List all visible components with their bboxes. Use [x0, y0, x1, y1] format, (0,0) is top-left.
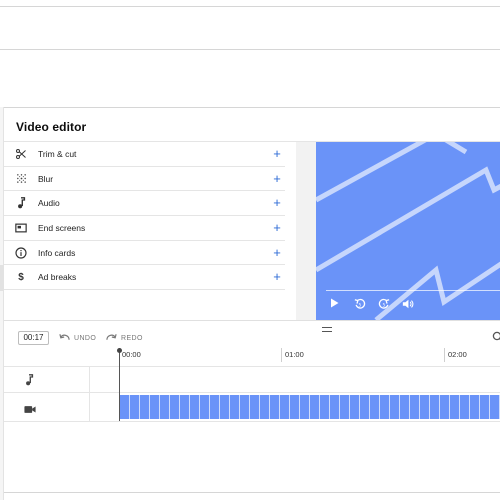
info-icon — [14, 246, 28, 260]
video-preview[interactable]: 5 5 — [316, 142, 500, 320]
add-trim-cut-icon[interactable]: + — [271, 147, 283, 160]
page: Video editor Trim & cut + Blur + Audio +… — [0, 0, 500, 500]
forward-icon[interactable]: 5 — [378, 298, 392, 312]
redo-icon — [106, 333, 117, 343]
playhead-handle[interactable] — [117, 348, 122, 353]
zoom-icon[interactable] — [492, 330, 500, 342]
tool-trim-cut[interactable]: Trim & cut + — [4, 142, 285, 167]
add-blur-icon[interactable]: + — [271, 172, 283, 185]
music-note-icon — [14, 196, 28, 210]
ruler-tick — [444, 348, 445, 362]
tool-label: Blur — [38, 173, 54, 184]
timeline-divider — [4, 320, 500, 321]
tool-label: Ad breaks — [38, 272, 77, 283]
header-divider — [0, 49, 500, 50]
tool-ad-breaks[interactable]: $ Ad breaks + — [4, 265, 285, 291]
volume-icon[interactable] — [402, 298, 416, 312]
rewind-icon[interactable]: 5 — [354, 298, 368, 312]
preview-gutter — [296, 142, 316, 320]
video-track-clip[interactable] — [120, 395, 500, 419]
add-end-screens-icon[interactable]: + — [271, 221, 283, 234]
track-divider — [4, 421, 500, 422]
ruler-label: 02:00 — [448, 350, 467, 359]
undo-button[interactable]: UNDO — [59, 333, 96, 343]
video-track-camera-icon — [24, 401, 36, 413]
tool-end-screens[interactable]: End screens + — [4, 216, 285, 241]
end-screen-icon — [14, 221, 28, 235]
ruler-tick — [281, 348, 282, 362]
dollar-icon: $ — [18, 271, 24, 283]
tool-label: End screens — [38, 222, 86, 233]
undo-label: UNDO — [74, 334, 97, 342]
player-controls: 5 5 — [316, 290, 500, 320]
track-divider — [4, 366, 500, 367]
blur-grid-icon — [14, 172, 28, 186]
tool-label: Audio — [38, 198, 60, 209]
tool-info-cards[interactable]: Info cards + — [4, 241, 285, 266]
track-divider — [4, 392, 500, 393]
current-time-field[interactable]: 00:17 — [18, 331, 49, 345]
svg-text:5: 5 — [382, 303, 385, 309]
tool-audio[interactable]: Audio + — [4, 191, 285, 217]
tool-label: Trim & cut — [38, 148, 77, 159]
add-info-cards-icon[interactable]: + — [271, 246, 283, 259]
scissors-icon — [14, 147, 28, 161]
tool-blur[interactable]: Blur + — [4, 167, 285, 192]
ruler-label: 00:00 — [122, 350, 141, 359]
timeline-ruler[interactable]: 00:00 01:00 02:00 — [119, 344, 500, 366]
add-ad-breaks-icon[interactable]: + — [271, 270, 283, 283]
playhead[interactable] — [119, 348, 120, 421]
resize-handle-icon[interactable] — [322, 327, 332, 332]
page-title: Video editor — [16, 120, 87, 134]
redo-button[interactable]: REDO — [106, 333, 143, 343]
audio-track-music-note-icon — [24, 373, 36, 386]
track-header-separator — [89, 366, 90, 421]
redo-label: REDO — [121, 334, 143, 342]
play-icon[interactable] — [330, 298, 344, 312]
tool-label: Info cards — [38, 247, 76, 258]
undo-icon — [59, 333, 70, 343]
top-divider — [0, 6, 500, 7]
svg-text:5: 5 — [358, 303, 361, 309]
editor-tools-list: Trim & cut + Blur + Audio + End screens … — [4, 142, 285, 291]
add-audio-icon[interactable]: + — [271, 196, 283, 209]
video-editor-panel: Video editor Trim & cut + Blur + Audio +… — [4, 107, 500, 493]
progress-bar[interactable] — [326, 290, 500, 291]
ruler-label: 01:00 — [285, 350, 304, 359]
